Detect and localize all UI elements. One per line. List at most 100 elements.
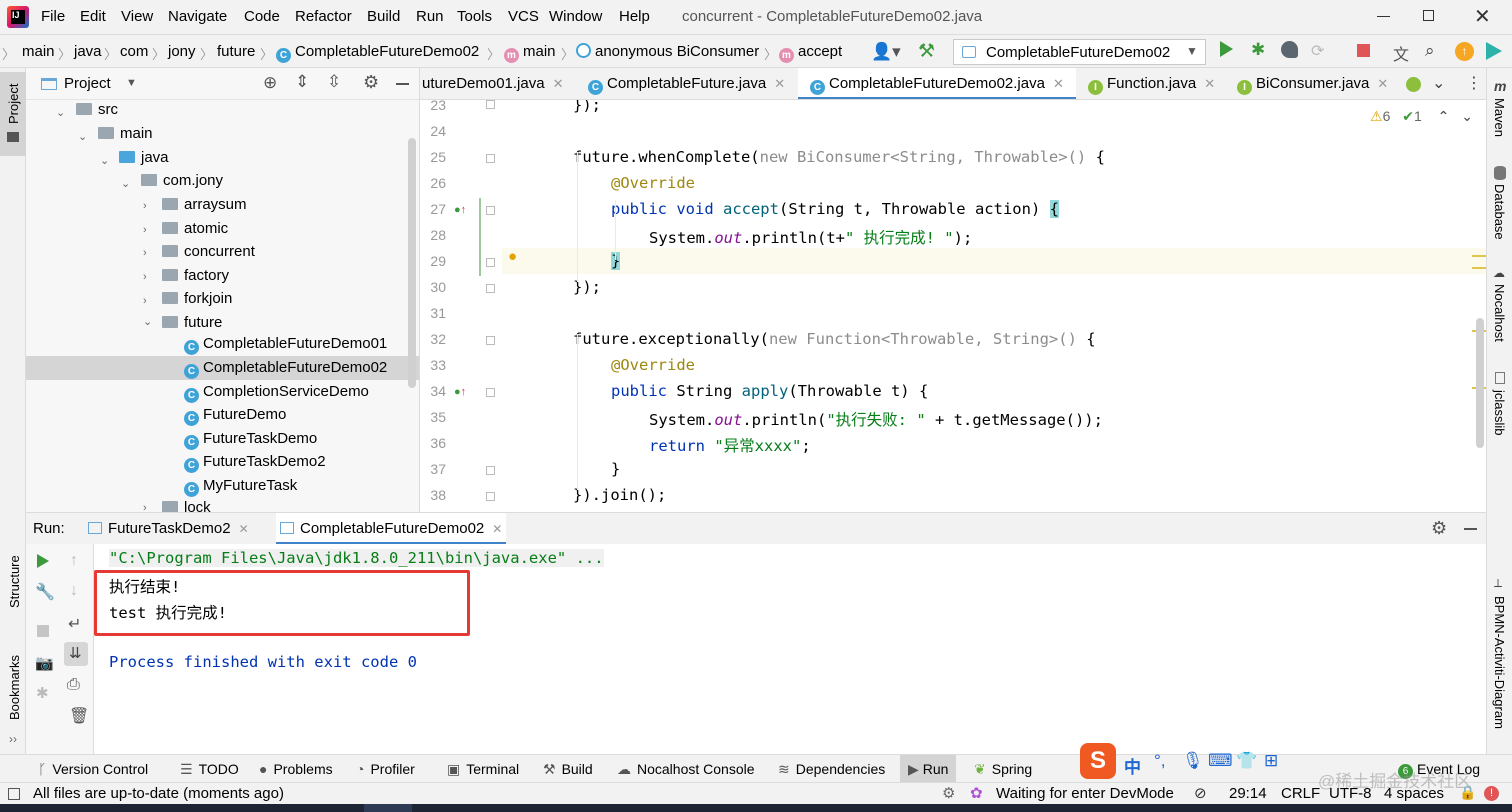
tool-version-control[interactable]: ᚴ Version Control <box>38 761 148 777</box>
tab-list-chevron-icon[interactable]: ⌄ <box>1432 73 1445 93</box>
structure-tool-label[interactable]: Structure <box>7 555 22 608</box>
user-icon[interactable]: 👤▾ <box>871 42 901 62</box>
more-options-icon[interactable]: ⋮ <box>1466 73 1482 93</box>
tree-item-arraysum[interactable]: arraysum <box>162 196 247 219</box>
breadcrumb-anonymous[interactable]: anonymous BiConsumer <box>576 43 759 60</box>
breadcrumb-com[interactable]: com <box>120 43 148 60</box>
update-icon[interactable]: ↑ <box>1455 42 1474 61</box>
next-highlight-icon[interactable]: ⌄ <box>1461 108 1473 124</box>
error-indicator-icon[interactable]: ! <box>1484 786 1499 801</box>
close-window-icon[interactable]: ✕ <box>1474 4 1491 29</box>
fold-icon[interactable] <box>486 154 495 163</box>
run-tab-completablefuturedemo02[interactable]: CompletableFutureDemo02 ✕ <box>276 513 507 545</box>
close-icon[interactable]: ✕ <box>774 76 785 91</box>
tree-item-concurrent[interactable]: concurrent <box>162 243 255 266</box>
expand-arrow-icon[interactable]: › <box>143 200 147 212</box>
debug-icon[interactable]: ✱ <box>1251 40 1265 60</box>
expand-arrow-icon[interactable]: › <box>143 502 147 512</box>
breadcrumb-future[interactable]: future <box>217 43 255 60</box>
tree-item-forkjoin[interactable]: forkjoin <box>162 290 232 313</box>
arrow-up-icon[interactable]: ↑ <box>70 552 78 570</box>
status-layout-icon[interactable] <box>8 788 20 800</box>
bpmn-tool-label[interactable]: BPMN-Activiti-Diagram <box>1492 596 1507 729</box>
tool-run[interactable]: ▶ Run <box>900 755 957 783</box>
close-icon[interactable]: ✕ <box>239 522 249 536</box>
tree-item-completionservicedemo[interactable]: C CompletionServiceDemo <box>184 380 369 404</box>
no-sync-icon[interactable]: ⊘ <box>1194 784 1207 802</box>
menu-refactor[interactable]: Refactor <box>295 8 352 25</box>
hide-panel-icon[interactable] <box>396 83 409 85</box>
fold-icon[interactable] <box>486 284 495 293</box>
ime-toolbar[interactable]: S 中 °, 🎙 ⌨ 👕 ⊞ <box>1080 743 1290 779</box>
maven-tool-label[interactable]: Maven <box>1492 98 1507 137</box>
tree-item-myfuturetask[interactable]: C MyFutureTask <box>184 474 297 498</box>
breadcrumb-java[interactable]: java <box>74 43 102 60</box>
expand-arrow-icon[interactable]: › <box>143 247 147 259</box>
arrow-down-icon[interactable]: ↓ <box>70 582 78 600</box>
close-icon[interactable]: ✕ <box>492 522 502 536</box>
lock-icon[interactable]: 🔒 <box>1459 784 1476 801</box>
nocalhost-tool-label[interactable]: Nocalhost <box>1492 284 1507 342</box>
print-icon[interactable]: ⎙ <box>67 676 80 694</box>
fold-icon[interactable] <box>486 206 495 215</box>
expand-arrow-icon[interactable]: › <box>143 224 147 236</box>
ime-punctuation-icon[interactable]: °, <box>1154 751 1166 771</box>
tree-item-futuretaskdemo2[interactable]: C FutureTaskDemo2 <box>184 450 326 474</box>
camera-icon[interactable]: 📷 <box>35 654 54 672</box>
tree-item-src[interactable]: src <box>76 101 118 124</box>
tree-item-com-jony[interactable]: com.jony <box>141 172 223 195</box>
fold-icon[interactable] <box>486 492 495 501</box>
ime-mode-label[interactable]: 中 <box>1124 753 1141 778</box>
menu-help[interactable]: Help <box>619 8 650 25</box>
grid-icon[interactable]: ⊞ <box>1264 751 1278 771</box>
indent-setting[interactable]: 4 spaces <box>1384 785 1444 802</box>
tab-completablefuturedemo01[interactable]: utureDemo01.java ✕ <box>422 68 563 99</box>
tree-item-futuretaskdemo[interactable]: C FutureTaskDemo <box>184 427 317 451</box>
minimize-icon[interactable] <box>1377 16 1390 17</box>
fold-icon[interactable] <box>486 466 495 475</box>
keyboard-icon[interactable]: ⌨ <box>1208 751 1233 771</box>
file-encoding[interactable]: UTF-8 <box>1329 785 1372 802</box>
tab-completablefuturedemo02[interactable]: C CompletableFutureDemo02.java ✕ <box>798 68 1076 99</box>
tool-dependencies[interactable]: ≋ Dependencies <box>778 761 885 778</box>
tool-nocalhost-console[interactable]: ☁ Nocalhost Console <box>617 761 755 778</box>
project-tool-button[interactable]: Project <box>0 72 26 156</box>
restore-icon[interactable] <box>1423 10 1434 21</box>
breadcrumb-main[interactable]: main <box>22 43 55 60</box>
fold-icon[interactable] <box>486 100 495 109</box>
microphone-icon[interactable]: 🎙 <box>1182 751 1204 771</box>
soft-wrap-icon[interactable]: ↵ <box>68 614 81 634</box>
scroll-to-end-button[interactable]: ⇊ <box>64 642 88 666</box>
tool-spring[interactable]: ❦ Spring <box>974 761 1032 778</box>
plugin-icon[interactable] <box>1486 42 1502 60</box>
tool-todo[interactable]: ☰ TODO <box>180 761 239 778</box>
rerun-icon[interactable] <box>37 554 49 568</box>
breadcrumb-jony[interactable]: jony <box>168 43 196 60</box>
breadcrumb-accept[interactable]: m accept <box>779 43 842 63</box>
collapse-arrow-icon[interactable]: ⌄ <box>78 130 87 143</box>
menu-view[interactable]: View <box>121 8 153 25</box>
jclasslib-tool-label[interactable]: jclasslib <box>1492 390 1507 436</box>
chevron-down-icon[interactable]: ▼ <box>126 77 137 89</box>
menu-navigate[interactable]: Navigate <box>168 8 227 25</box>
close-icon[interactable]: ✕ <box>1377 76 1388 91</box>
menu-file[interactable]: File <box>41 8 65 25</box>
run-icon[interactable] <box>1220 41 1233 57</box>
menu-build[interactable]: Build <box>367 8 400 25</box>
fold-icon[interactable] <box>486 336 495 345</box>
tree-item-completablefuturedemo01[interactable]: C CompletableFutureDemo01 <box>184 332 387 356</box>
devmode-status[interactable]: Waiting for enter DevMode <box>996 785 1174 802</box>
prev-highlight-icon[interactable]: ⌃ <box>1438 108 1450 124</box>
implements-marker-icon[interactable]: ●↑ <box>454 386 466 398</box>
profile-icon[interactable]: ⟳ <box>1311 41 1324 61</box>
gear-icon[interactable]: ⚙ <box>1431 518 1447 539</box>
breadcrumb-class[interactable]: C CompletableFutureDemo02 <box>276 43 479 63</box>
debug-disabled-icon[interactable]: ✱ <box>36 684 49 702</box>
tool-profiler[interactable]: ◔ Profiler <box>356 761 415 777</box>
collapse-arrow-icon[interactable]: ⌄ <box>143 315 152 328</box>
close-icon[interactable]: ✕ <box>1204 76 1215 91</box>
hide-panel-icon[interactable] <box>1464 528 1477 530</box>
menu-window[interactable]: Window <box>549 8 602 25</box>
expand-arrow-icon[interactable]: › <box>143 271 147 283</box>
expand-all-icon[interactable]: ⇕ <box>295 72 309 92</box>
